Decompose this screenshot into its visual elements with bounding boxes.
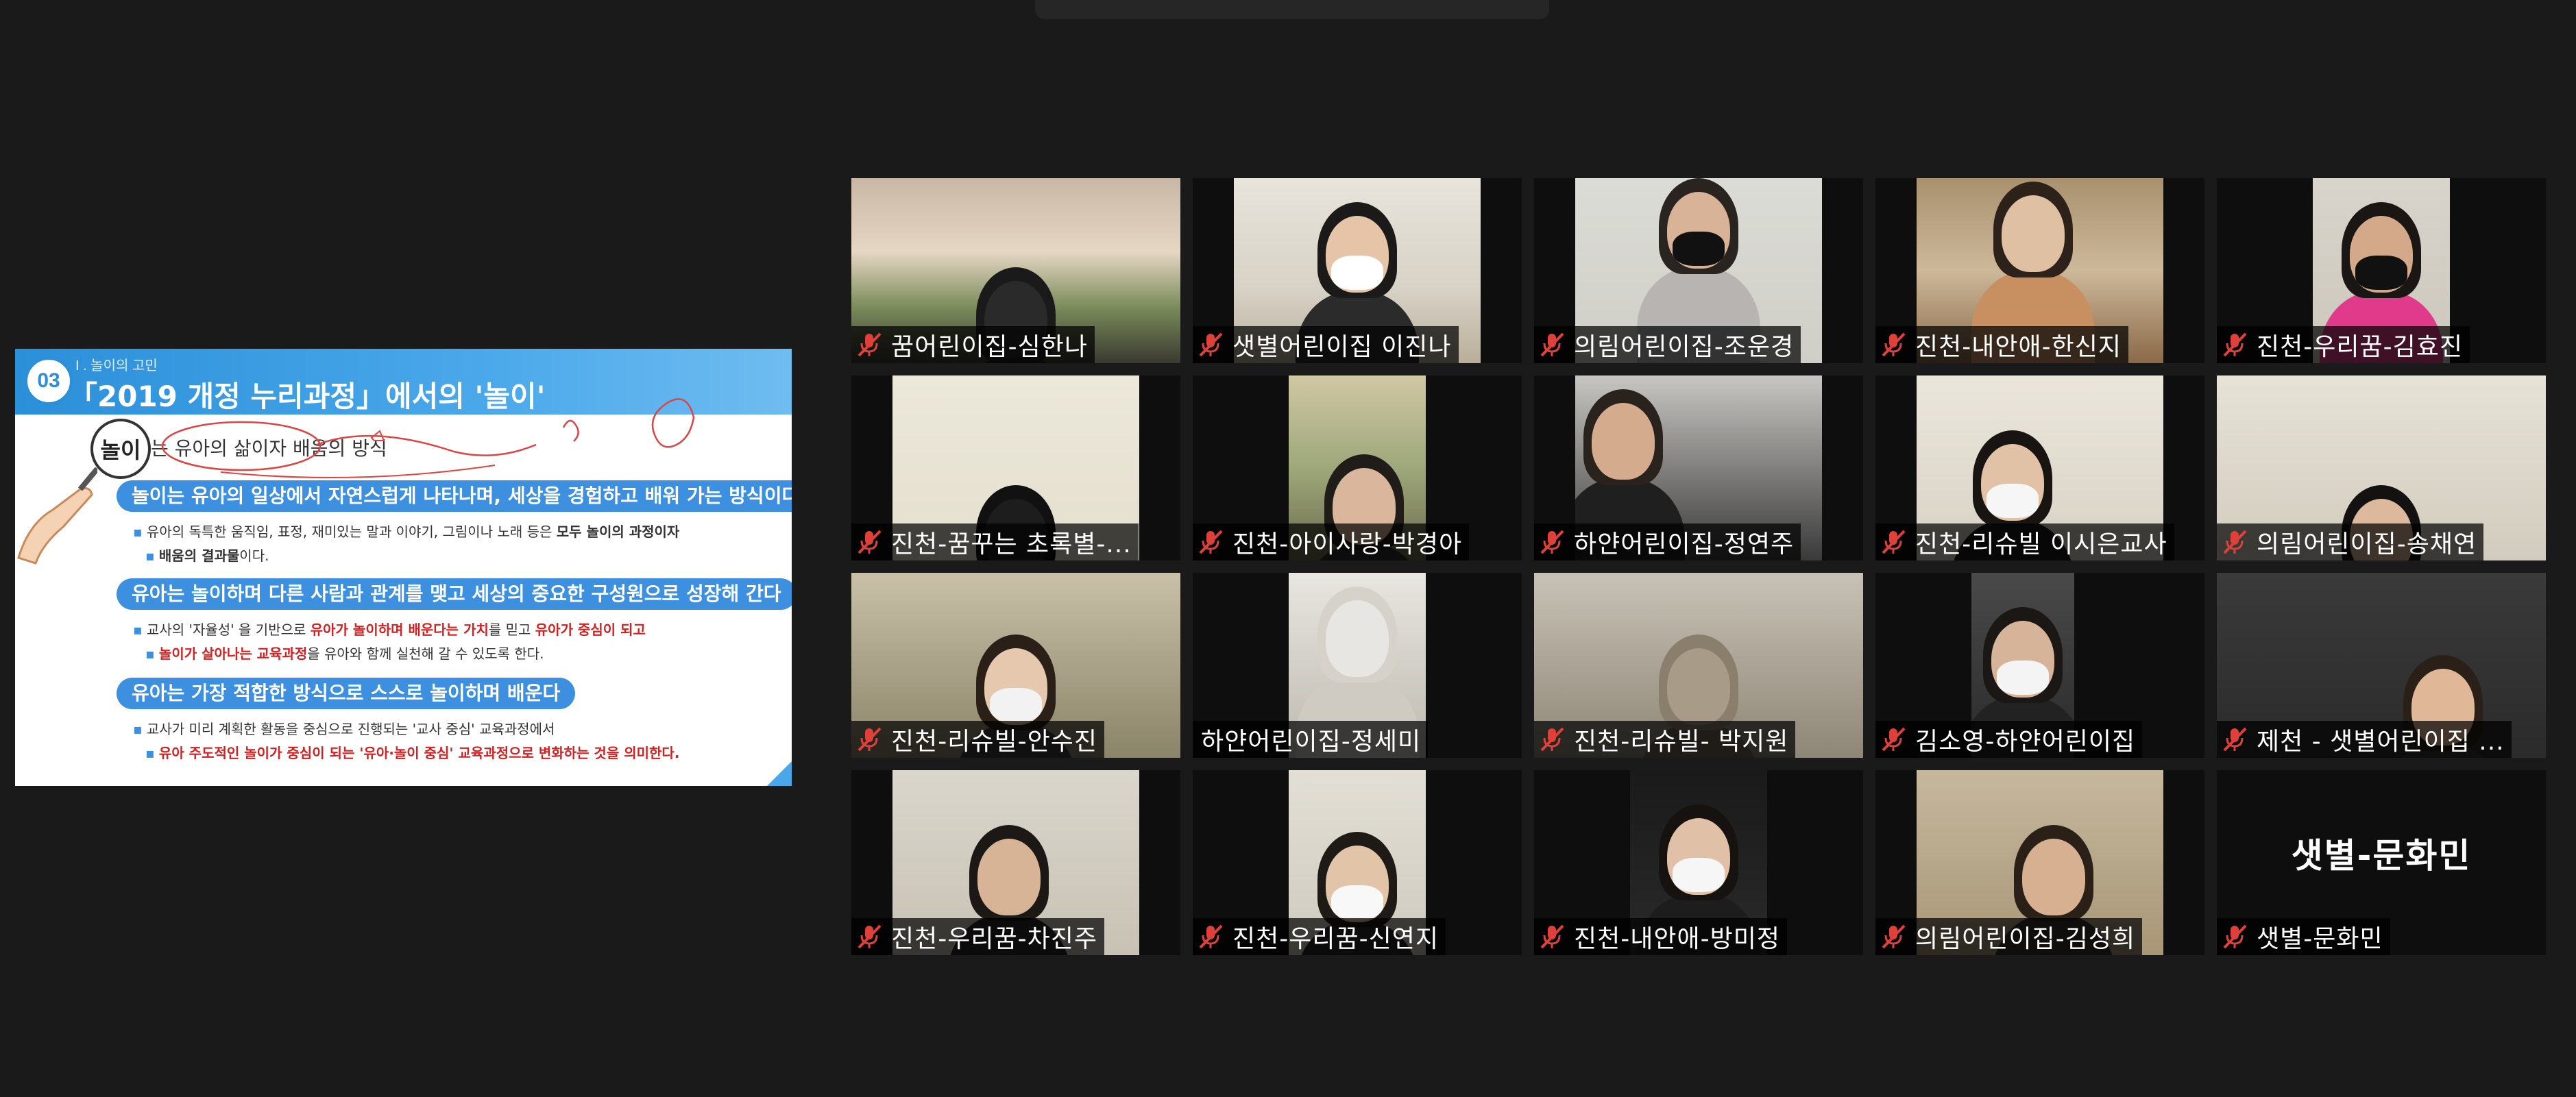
mic-muted-icon <box>855 528 883 556</box>
participant-tile[interactable]: 진천-꿈꾸는 초록별-... <box>851 375 1180 560</box>
participant-name: 의림어린이집-김성희 <box>1915 925 2136 953</box>
participant-name-label: 하얀어린이집-정세미 <box>1193 721 1429 758</box>
participant-tile[interactable]: 제천 - 샛별어린이집 ... <box>2217 573 2546 758</box>
participant-name: 진천-아이사랑-박경아 <box>1232 530 1463 558</box>
mic-muted-icon <box>1197 528 1224 556</box>
participant-name: 김소영-하얀어린이집 <box>1915 728 2136 756</box>
participant-name: 하얀어린이집-정세미 <box>1201 728 1422 756</box>
keyword-description: 는 유아의 삶이자 배움의 방식 <box>151 437 387 460</box>
mic-muted-icon <box>1538 331 1566 358</box>
mic-muted-icon <box>1538 726 1566 753</box>
participant-name: 진천-우리꿈-신연지 <box>1232 925 1439 953</box>
participant-tile[interactable]: 샛별-문화민 샛별-문화민 <box>2217 770 2546 955</box>
participant-name-label: 김소영-하얀어린이집 <box>1875 721 2143 758</box>
participant-tile[interactable]: 의림어린이집-조운경 <box>1534 178 1863 363</box>
participant-name-label: 진천-내안애-방미정 <box>1534 918 1787 955</box>
participant-name-label: 진천-꿈꾸는 초록별-... <box>851 523 1139 560</box>
participant-tile[interactable]: 김소영-하얀어린이집 <box>1875 573 2204 758</box>
mic-muted-icon <box>1880 331 1907 358</box>
participant-name-label: 샛별-문화민 <box>2217 918 2390 955</box>
slide-title: 「2019 개정 누리과정」에서의 '놀이' <box>69 380 546 413</box>
participant-name-label: 진천-리슈빌 이시은교사 <box>1875 523 2174 560</box>
participant-name: 샛별-문화민 <box>2257 925 2383 953</box>
slide-number: 03 <box>25 357 73 405</box>
participant-name: 의림어린이집-송채연 <box>2257 530 2477 558</box>
slide-point-1-heading: 놀이는 유아의 일상에서 자연스럽게 나타나며, 세상을 경험하고 배워 가는 … <box>117 480 792 512</box>
participant-tile[interactable]: 진천-우리꿈-신연지 <box>1193 770 1522 955</box>
video-off-name: 샛별-문화민 <box>2291 836 2472 876</box>
participant-name-label: 제천 - 샛별어린이집 ... <box>2217 721 2512 758</box>
mic-muted-icon <box>1880 528 1907 556</box>
participant-name-label: 꿈어린이집-심한나 <box>851 326 1095 363</box>
participant-name-label: 의림어린이집-조운경 <box>1534 326 1801 363</box>
participant-name-label: 의림어린이집-김성희 <box>1875 918 2143 955</box>
slide-point-2-heading: 유아는 놀이하며 다른 사람과 관계를 맺고 세상의 중요한 구성원으로 성장해… <box>117 578 792 610</box>
participant-name: 진천-우리꿈-김효진 <box>2257 333 2463 361</box>
participant-name: 진천-내안애-한신지 <box>1915 333 2122 361</box>
participant-tile[interactable]: 진천-리슈빌-안수진 <box>851 573 1180 758</box>
participant-tile[interactable]: 의림어린이집-김성희 <box>1875 770 2204 955</box>
slide-point-3-text-cont: 유아 주도적인 놀이가 중심이 되는 '유아·놀이 중심' 교육과정으로 변화하… <box>145 741 679 765</box>
slide-corner-decoration <box>767 761 792 786</box>
participant-name: 샛별어린이집 이진나 <box>1232 333 1452 361</box>
slide-point-2-text: 교사의 '자율성' 을 기반으로 유아가 놀이하며 배운다는 가치를 믿고 유아… <box>133 618 646 642</box>
participant-tile[interactable]: 진천-우리꿈-김효진 <box>2217 178 2546 363</box>
participant-name: 제천 - 샛별어린이집 ... <box>2257 728 2505 756</box>
participant-tile[interactable]: 하얀어린이집-정연주 <box>1534 375 1863 560</box>
participant-tile[interactable]: 진천-우리꿈-차진주 <box>851 770 1180 955</box>
slide-section-label: I . 놀이의 고민 <box>75 358 158 373</box>
meeting-top-bar[interactable] <box>1035 0 1549 19</box>
mic-muted-icon <box>855 923 883 950</box>
mic-muted-icon <box>1538 923 1566 950</box>
mic-muted-icon <box>2221 726 2248 753</box>
keyword-circle: 놀이 <box>90 419 151 479</box>
slide-point-2-text-cont: 놀이가 살아나는 교육과정을 유아와 함께 실천해 갈 수 있도록 한다. <box>145 642 544 666</box>
mic-muted-icon <box>855 726 883 753</box>
participant-tile[interactable]: 진천-내안애-방미정 <box>1534 770 1863 955</box>
participant-name-label: 샛별어린이집 이진나 <box>1193 326 1459 363</box>
mic-muted-icon <box>1880 923 1907 950</box>
shared-screen-slide: I . 놀이의 고민 03 「2019 개정 누리과정」에서의 '놀이' 놀이 … <box>15 349 792 786</box>
participant-name-label: 진천-우리꿈-김효진 <box>2217 326 2470 363</box>
participant-name-label: 진천-아이사랑-박경아 <box>1193 523 1470 560</box>
mic-muted-icon <box>1880 726 1907 753</box>
participant-tile[interactable]: 하얀어린이집-정세미 <box>1193 573 1522 758</box>
participant-tile[interactable]: 샛별어린이집 이진나 <box>1193 178 1522 363</box>
mic-muted-icon <box>2221 331 2248 358</box>
participant-name: 진천-리슈빌 이시은교사 <box>1915 530 2167 558</box>
participant-name: 꿈어린이집-심한나 <box>891 333 1088 361</box>
participant-name: 의림어린이집-조운경 <box>1574 333 1795 361</box>
participant-name: 진천-우리꿈-차진주 <box>891 925 1097 953</box>
participant-tile[interactable]: 의림어린이집-송채연 <box>2217 375 2546 560</box>
slide-point-1-text: 유아의 독특한 움직임, 표정, 재미있는 말과 이야기, 그림이나 노래 등은… <box>133 520 679 544</box>
mic-muted-icon <box>855 331 883 358</box>
slide-point-1-text-cont: 배움의 결과물이다. <box>145 544 269 568</box>
mic-muted-icon <box>2221 528 2248 556</box>
participant-name-label: 진천-리슈빌-안수진 <box>851 721 1104 758</box>
participant-name-label: 하얀어린이집-정연주 <box>1534 523 1801 560</box>
participant-name-label: 의림어린이집-송채연 <box>2217 523 2484 560</box>
participant-name-label: 진천-리슈빌- 박지원 <box>1534 721 1796 758</box>
participant-tile[interactable]: 진천-아이사랑-박경아 <box>1193 375 1522 560</box>
participant-name-label: 진천-우리꿈-신연지 <box>1193 918 1446 955</box>
mic-muted-icon <box>1197 331 1224 358</box>
participant-name: 하얀어린이집-정연주 <box>1574 530 1795 558</box>
mic-muted-icon <box>1197 923 1224 950</box>
participant-tile[interactable]: 진천-내안애-한신지 <box>1875 178 2204 363</box>
mic-muted-icon <box>1538 528 1566 556</box>
participant-name: 진천-내안애-방미정 <box>1574 925 1780 953</box>
participant-tile[interactable]: 꿈어린이집-심한나 <box>851 178 1180 363</box>
participant-name: 진천-리슈빌-안수진 <box>891 728 1097 756</box>
mic-muted-icon <box>2221 923 2248 950</box>
magnifier-hand-illustration <box>17 467 97 565</box>
participant-name: 진천-꿈꾸는 초록별-... <box>891 530 1132 558</box>
participant-tile[interactable]: 진천-리슈빌 이시은교사 <box>1875 375 2204 560</box>
slide-point-3-heading: 유아는 가장 적합한 방식으로 스스로 놀이하며 배운다 <box>117 678 576 709</box>
participant-tile[interactable]: 진천-리슈빌- 박지원 <box>1534 573 1863 758</box>
participant-name-label: 진천-내안애-한신지 <box>1875 326 2128 363</box>
slide-point-3-text: 교사가 미리 계획한 활동을 중심으로 진행되는 '교사 중심' 교육과정에서 <box>133 717 555 741</box>
participant-name-label: 진천-우리꿈-차진주 <box>851 918 1104 955</box>
participant-name: 진천-리슈빌- 박지원 <box>1574 728 1789 756</box>
